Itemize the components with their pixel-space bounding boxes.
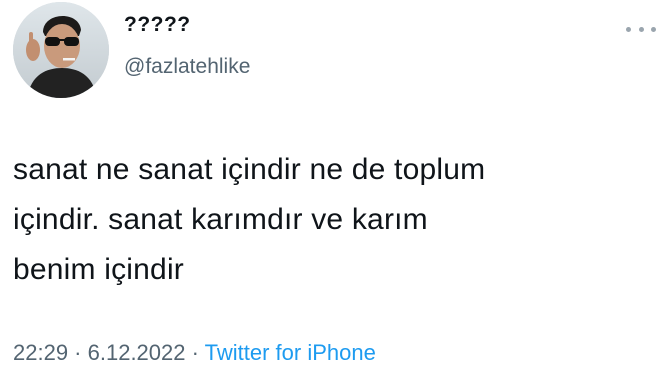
tweet-text-line: içindir. sanat karımdır ve karım	[13, 203, 428, 236]
tweet-text-line: sanat ne sanat içindir ne de toplum	[13, 153, 486, 186]
avatar[interactable]	[13, 2, 109, 98]
tweet-text: sanat ne sanat içindir ne de toplum için…	[13, 145, 653, 295]
tweet-text-line: benim içindir	[13, 253, 184, 286]
more-dot	[651, 26, 656, 32]
more-dot	[626, 26, 631, 32]
tweet-date[interactable]: 6.12.2022	[88, 340, 186, 365]
more-dot	[638, 26, 644, 32]
meta-separator: ·	[68, 340, 88, 365]
tweet-time[interactable]: 22:29	[13, 340, 68, 365]
meta-separator: ·	[185, 340, 205, 365]
tweet-meta: 22:29 · 6.12.2022 · Twitter for iPhone	[13, 340, 376, 366]
user-handle[interactable]: @fazlatehlike	[124, 55, 250, 79]
tweet-source-link[interactable]: Twitter for iPhone	[205, 340, 376, 365]
profile-photo-icon	[13, 2, 109, 98]
tweet-card: ????? @fazlatehlike sanat ne sanat içind…	[0, 0, 672, 378]
display-name[interactable]: ?????	[124, 13, 191, 37]
more-dots-icon[interactable]	[626, 22, 656, 36]
